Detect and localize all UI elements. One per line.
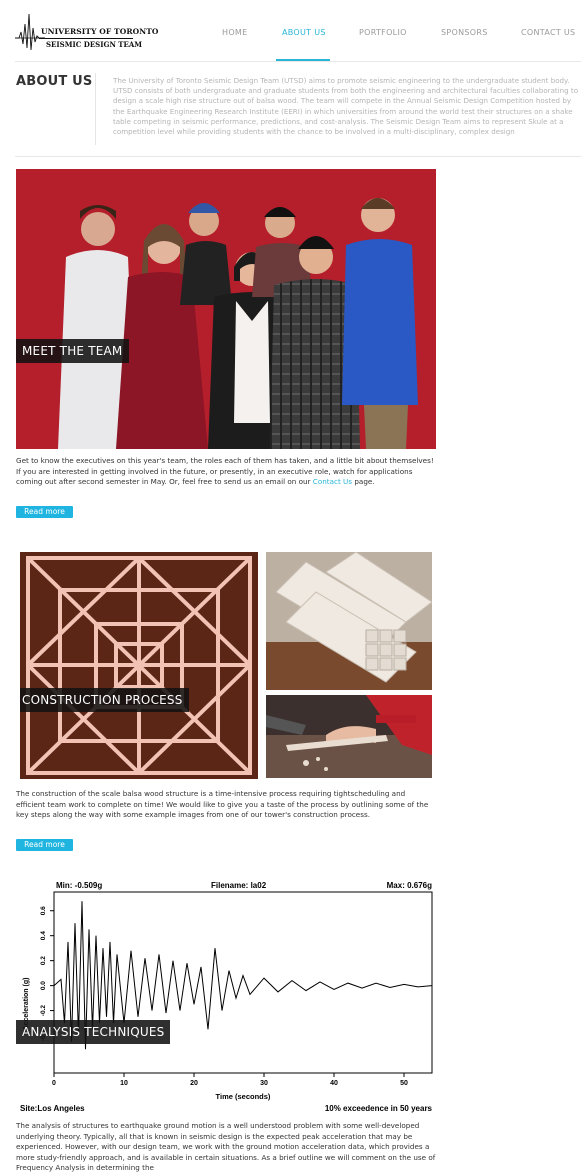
contact-us-link[interactable]: Contact Us xyxy=(313,477,352,486)
ground-motion-chart[interactable]: Min: -0.509g Filename: la02 Max: 0.676g … xyxy=(16,878,436,1114)
about-intro-text: The University of Toronto Seismic Design… xyxy=(113,76,579,137)
y-tick-label-2: 0.0 xyxy=(40,981,47,990)
x-tick-label-0: 0 xyxy=(52,1080,56,1087)
team-photo-illustration xyxy=(16,169,436,449)
page-title: ABOUT US xyxy=(16,74,93,89)
x-axis-label: Time (seconds) xyxy=(216,1092,271,1101)
nav-sponsors[interactable]: SPONSORS xyxy=(441,28,488,37)
balsa-lattice-illustration xyxy=(20,552,258,779)
site-header: UNIVERSITY OF TORONTO SEISMIC DESIGN TEA… xyxy=(0,0,588,62)
y-tick-label-4: 0.4 xyxy=(40,931,47,940)
balsa-sticks-illustration xyxy=(266,552,432,690)
construction-read-more-button[interactable]: Read more xyxy=(16,839,73,851)
plot-frame xyxy=(53,891,433,1074)
exceedence-label: 10% exceedence in 50 years xyxy=(325,1104,433,1113)
team-description-tail: page. xyxy=(352,477,375,486)
x-tick-label-4: 40 xyxy=(330,1080,338,1087)
team-description: Get to know the executives on this year'… xyxy=(16,456,436,488)
lattice-structure-photo[interactable]: CONSTRUCTION PROCESS xyxy=(20,552,258,779)
site-label: Site:Los Angeles xyxy=(20,1104,85,1113)
construction-description: The construction of the scale balsa wood… xyxy=(16,789,429,819)
cutting-balsa-photo xyxy=(266,695,432,778)
acceleration-time-history-plot: Min: -0.509g Filename: la02 Max: 0.676g … xyxy=(20,881,433,1113)
y-tick-label-3: 0.2 xyxy=(40,956,47,965)
chart-filename-label: Filename: la02 xyxy=(211,881,267,890)
analysis-description: The analysis of structures to earthquake… xyxy=(16,1121,436,1172)
x-tick-label-3: 30 xyxy=(260,1080,268,1087)
nav-home[interactable]: HOME xyxy=(222,28,247,37)
chart-max-label: Max: 0.676g xyxy=(387,881,432,890)
y-tick-label-5: 0.6 xyxy=(40,906,47,915)
nav-portfolio[interactable]: PORTFOLIO xyxy=(359,28,407,37)
main-nav: HOME ABOUT US PORTFOLIO SPONSORS CONTACT… xyxy=(0,0,588,62)
construction-process-caption[interactable]: CONSTRUCTION PROCESS xyxy=(20,688,189,712)
nav-contact-us[interactable]: CONTACT US xyxy=(521,28,575,37)
chart-min-label: Min: -0.509g xyxy=(56,881,102,890)
x-axis-ticks: 0 10 20 30 40 50 xyxy=(52,1073,408,1087)
x-tick-label-1: 10 xyxy=(120,1080,128,1087)
y-tick-label-1: -0.2 xyxy=(40,1005,47,1017)
meet-the-team-caption[interactable]: MEET THE TEAM xyxy=(16,339,129,363)
team-photo[interactable]: MEET THE TEAM xyxy=(16,169,436,449)
x-tick-label-5: 50 xyxy=(400,1080,408,1087)
analysis-techniques-caption[interactable]: ANALYSIS TECHNIQUES xyxy=(16,1020,171,1044)
team-read-more-button[interactable]: Read more xyxy=(16,506,73,518)
header-divider xyxy=(15,61,581,62)
about-vertical-divider xyxy=(95,73,96,145)
x-tick-label-2: 20 xyxy=(190,1080,198,1087)
balsa-sticks-photo xyxy=(266,552,432,690)
cutting-illustration xyxy=(266,695,432,778)
about-divider xyxy=(15,156,581,157)
nav-about-us[interactable]: ABOUT US xyxy=(282,28,326,37)
